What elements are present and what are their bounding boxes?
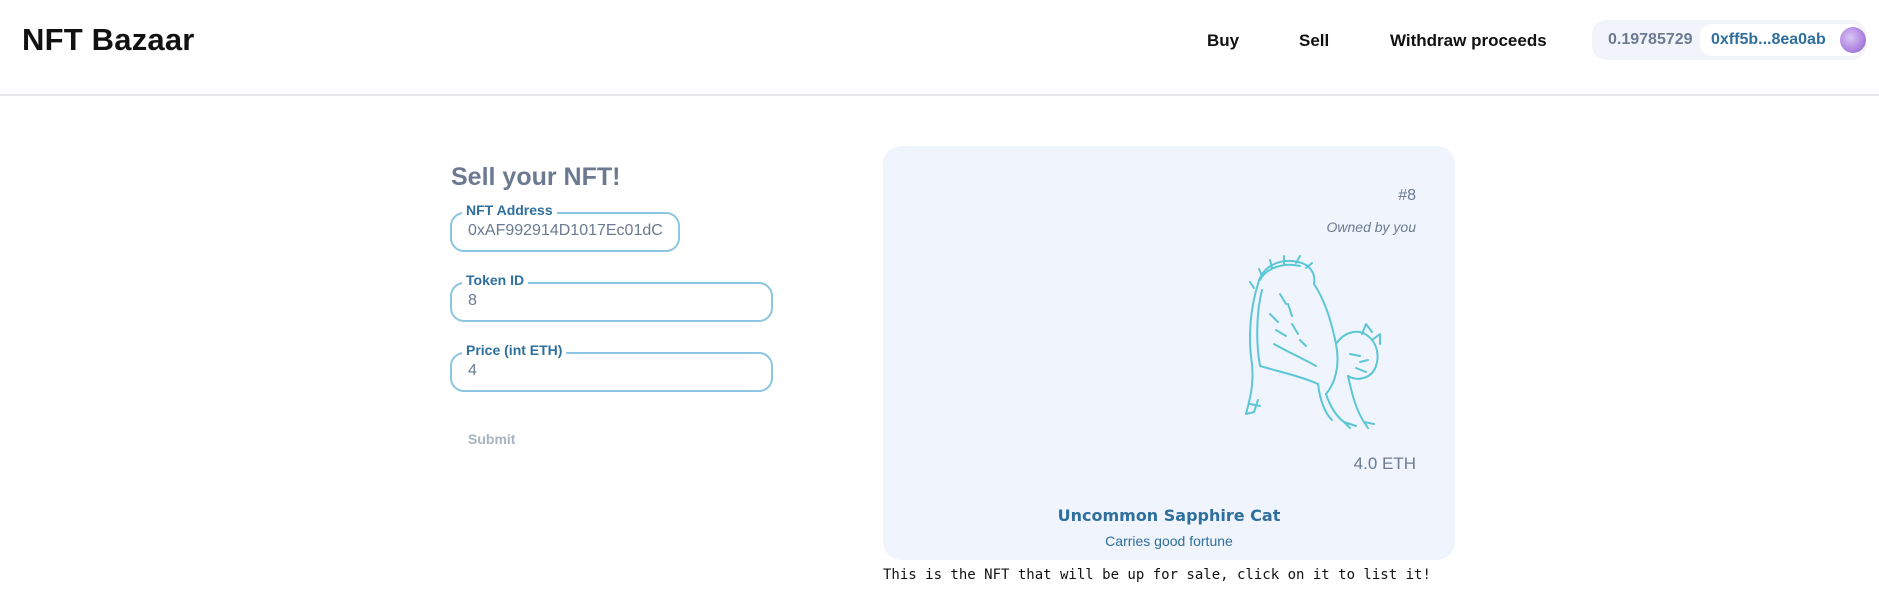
submit-button[interactable]: Submit — [468, 431, 515, 447]
form-title: Sell your NFT! — [451, 163, 621, 191]
nav-buy-link[interactable]: Buy — [1207, 31, 1239, 51]
nft-card[interactable]: #8 Owned by you 4.0 ETH Uncommon Sapphir… — [883, 146, 1455, 560]
token-id-input[interactable] — [468, 292, 761, 310]
price-label: Price (int ETH) — [462, 342, 567, 358]
cat-sketch-icon — [1245, 255, 1381, 429]
nav-sell-link[interactable]: Sell — [1299, 31, 1329, 51]
price-field[interactable]: Price (int ETH) — [450, 342, 773, 392]
token-id-field[interactable]: Token ID — [450, 272, 773, 322]
nft-address-field[interactable]: NFT Address — [450, 202, 680, 252]
token-id-label: Token ID — [462, 272, 529, 288]
avatar — [1840, 27, 1866, 53]
nft-description: Carries good fortune — [1105, 533, 1233, 549]
nft-name: Uncommon Sapphire Cat — [1057, 506, 1281, 525]
account-address: 0xff5b...8ea0ab — [1711, 31, 1826, 48]
account-balance: 0.19785729 — [1608, 31, 1693, 48]
nft-owner: Owned by you — [1326, 219, 1417, 235]
account-widget[interactable]: 0.19785729 0xff5b...8ea0ab — [1592, 20, 1866, 60]
price-input[interactable] — [468, 362, 761, 380]
card-caption: This is the NFT that will be up for sale… — [883, 567, 1431, 583]
account-address-button[interactable]: 0xff5b...8ea0ab — [1700, 24, 1866, 56]
nav-withdraw-link[interactable]: Withdraw proceeds — [1390, 31, 1547, 51]
nft-price: 4.0 ETH — [1353, 454, 1416, 473]
nft-address-input[interactable] — [468, 222, 668, 240]
app-title: NFT Bazaar — [22, 22, 195, 57]
top-nav-bar: NFT Bazaar Buy Sell Withdraw proceeds 0.… — [0, 0, 1879, 96]
nft-address-label: NFT Address — [462, 202, 557, 218]
nft-token-id: #8 — [1398, 187, 1416, 204]
